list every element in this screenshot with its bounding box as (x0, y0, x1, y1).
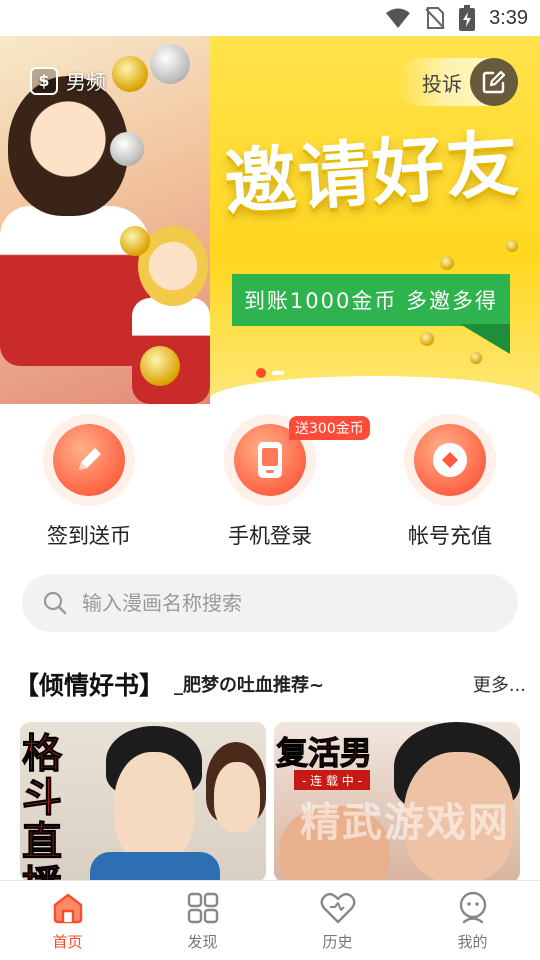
more-link[interactable]: 更多... (473, 671, 526, 697)
heart-icon (320, 892, 355, 924)
book-card[interactable]: 格斗直播 (20, 722, 266, 882)
coin-icon (414, 424, 486, 496)
grid-icon (187, 892, 218, 924)
bottom-tab-bar: 首页 发现 历史 我的 (0, 880, 540, 960)
tab-profile[interactable]: 我的 (405, 881, 540, 960)
status-time: 3:39 (489, 6, 528, 29)
tab-label: 发现 (187, 933, 218, 951)
edit-icon (470, 58, 518, 106)
tab-label: 我的 (457, 933, 488, 951)
gender-label: 男频 (66, 70, 106, 94)
feature-label: 帐号充值 (408, 524, 492, 548)
feature-label: 签到送币 (47, 524, 131, 548)
tab-discover[interactable]: 发现 (135, 881, 270, 960)
report-button[interactable]: 投诉 (396, 58, 518, 106)
banner-title: 邀请好友 (221, 120, 523, 226)
status-bar: 3:39 (0, 0, 540, 36)
banner-subtitle: 到账1000金币 多邀多得 (232, 274, 510, 326)
book-cover-title: 复活男 (275, 734, 373, 773)
search-input[interactable] (82, 591, 462, 615)
profile-icon (459, 891, 486, 924)
section-header: 【倾情好书】 _肥梦の吐血推荐~ 更多... (14, 664, 526, 704)
ribbon-tail (460, 324, 510, 354)
feature-row: 签到送币 手机登录 帐号充值 (0, 420, 540, 550)
section-subtitle: _肥梦の吐血推荐~ (174, 675, 325, 696)
book-status-tag: - 连 载 中 - (294, 770, 370, 790)
carousel-indicator[interactable] (256, 368, 284, 378)
no-sim-icon (425, 7, 445, 29)
section-title: 【倾情好书】 (14, 671, 165, 700)
recharge-button[interactable]: 帐号充值 (385, 420, 515, 550)
search-bar[interactable] (22, 574, 518, 632)
pencil-icon (53, 424, 125, 496)
carousel-dot[interactable] (272, 371, 284, 375)
promo-banner[interactable]: $ 男频 投诉 邀请好友 到账1000金币 多邀多得 (0, 36, 540, 404)
checkin-button[interactable]: 签到送币 (24, 420, 154, 550)
tab-history[interactable]: 历史 (270, 881, 405, 960)
home-icon (53, 893, 82, 924)
app-screen: 3:39 $ 男频 投诉 邀请好友 到账1000金币 多邀多得 签到送币 手机登… (0, 0, 540, 960)
watermark: 精武游戏网 (300, 800, 510, 846)
report-label: 投诉 (422, 71, 462, 96)
wifi-icon (386, 8, 411, 28)
dollar-icon: $ (30, 66, 58, 95)
search-icon (43, 591, 67, 615)
promo-badge: 送300金币 (289, 416, 370, 440)
book-cover-title: 格斗直播 (22, 731, 63, 883)
gender-switch[interactable]: $ 男频 (30, 66, 106, 95)
tab-label: 首页 (52, 933, 83, 951)
feature-label: 手机登录 (228, 524, 312, 548)
battery-charging-icon (459, 5, 476, 31)
tab-label: 历史 (322, 933, 353, 951)
tab-home[interactable]: 首页 (0, 881, 135, 960)
carousel-dot-active[interactable] (256, 368, 266, 378)
